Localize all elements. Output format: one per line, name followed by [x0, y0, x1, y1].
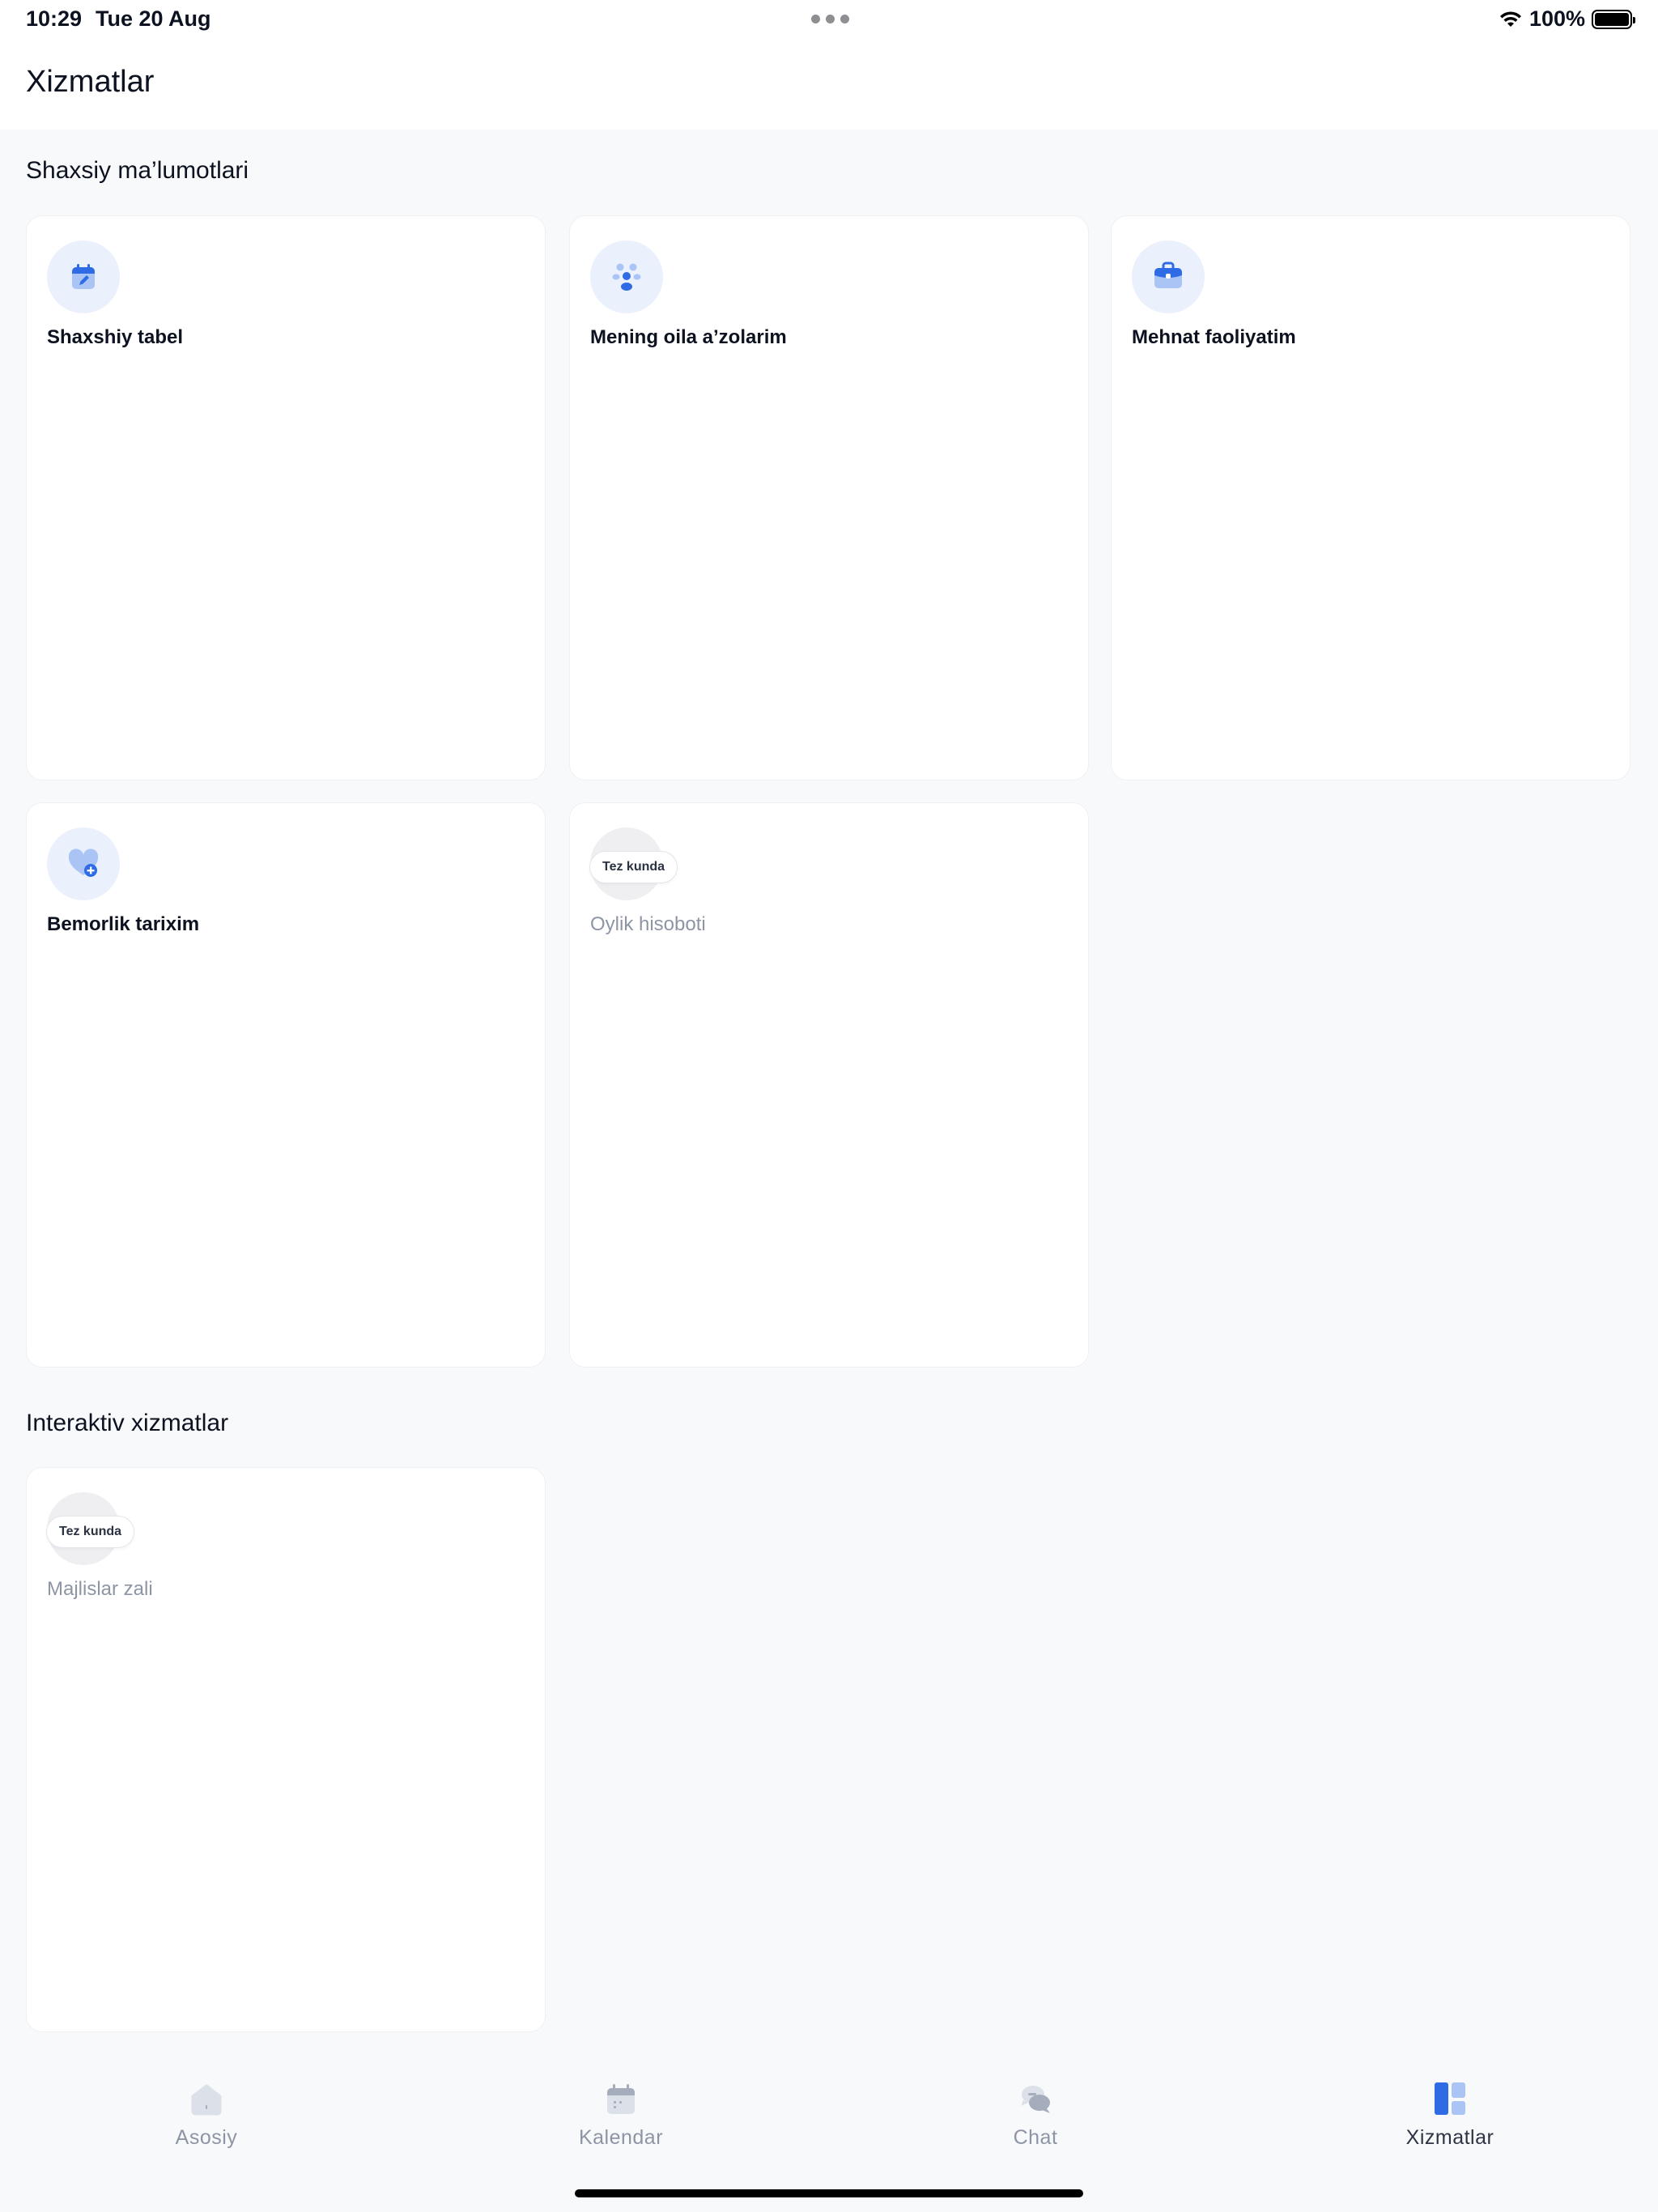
header: Xizmatlar	[0, 37, 1658, 130]
wifi-icon	[1499, 11, 1521, 27]
heart-plus-icon	[47, 827, 120, 900]
battery-icon	[1592, 9, 1635, 29]
card-oylik-hisoboti[interactable]: Tez kunda Oylik hisoboti	[569, 802, 1089, 1368]
section-title-interactive: Interaktiv xizmatlar	[26, 1410, 229, 1436]
card-mening-oila[interactable]: Mening oila a’zolarim	[569, 215, 1089, 781]
coming-soon-badge: Tez kunda	[589, 851, 678, 883]
calendar-edit-icon	[47, 240, 120, 313]
card-label: Bemorlik tarixim	[47, 913, 200, 935]
tab-label: Asosiy	[175, 2126, 238, 2149]
briefcase-icon	[1132, 240, 1205, 313]
chat-icon	[1021, 2086, 1050, 2113]
tab-kalendar[interactable]: Kalendar	[540, 2081, 702, 2150]
status-time: 10:29	[26, 6, 83, 31]
card-bemorlik-tarixim[interactable]: Bemorlik tarixim	[26, 802, 546, 1368]
tab-label: Xizmatlar	[1405, 2126, 1494, 2149]
services-grid-icon	[1435, 2082, 1465, 2115]
status-date: Tue 20 Aug	[96, 6, 211, 31]
card-label: Mehnat faoliyatim	[1132, 326, 1296, 348]
section-title-personal: Shaxsiy ma’lumotlari	[26, 157, 249, 184]
tab-chat[interactable]: Chat	[954, 2081, 1116, 2150]
calendar-icon	[607, 2084, 635, 2114]
card-shaxshiy-tabel[interactable]: Shaxshiy tabel	[26, 215, 546, 781]
tab-label: Kalendar	[578, 2126, 664, 2149]
tab-label: Chat	[1013, 2126, 1058, 2149]
page-title: Xizmatlar	[26, 65, 155, 99]
home-icon	[191, 2084, 222, 2116]
card-majlislar-zali[interactable]: Tez kunda Majlislar zali	[26, 1467, 546, 2032]
status-bar: 10:29 Tue 20 Aug 100%	[0, 0, 1658, 37]
card-label: Oylik hisoboti	[590, 913, 706, 935]
family-icon	[590, 240, 663, 313]
coming-soon-badge: Tez kunda	[46, 1516, 135, 1548]
card-mehnat-faoliyatim[interactable]: Mehnat faoliyatim	[1111, 215, 1630, 781]
tab-xizmatlar[interactable]: Xizmatlar	[1369, 2081, 1531, 2150]
card-label: Shaxshiy tabel	[47, 326, 184, 348]
battery-percent: 100%	[1528, 6, 1585, 31]
home-indicator[interactable]	[575, 2189, 1083, 2197]
card-label: Mening oila a’zolarim	[590, 326, 787, 348]
tab-asosiy[interactable]: Asosiy	[125, 2081, 287, 2150]
card-label: Majlislar zali	[47, 1578, 153, 1600]
multitasking-dots-icon[interactable]	[811, 15, 849, 23]
